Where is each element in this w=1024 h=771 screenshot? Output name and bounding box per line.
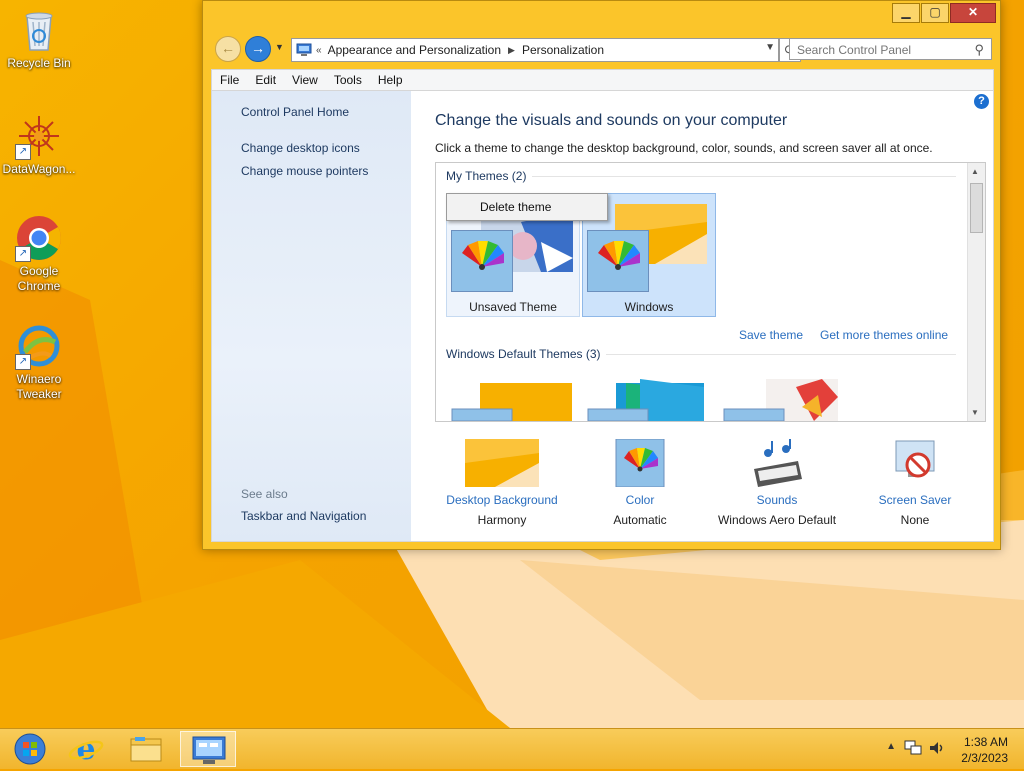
control-panel-home-link[interactable]: Control Panel Home bbox=[241, 105, 349, 119]
scroll-down-icon[interactable]: ▼ bbox=[971, 408, 979, 417]
sounds-label[interactable]: Sounds bbox=[712, 493, 842, 507]
menu-file[interactable]: File bbox=[212, 73, 247, 87]
desktop-background-label[interactable]: Desktop Background bbox=[437, 493, 567, 507]
search-input[interactable] bbox=[795, 40, 969, 60]
color-icon bbox=[603, 438, 677, 488]
address-bar[interactable]: « Appearance and Personalization ▶ Perso… bbox=[291, 38, 779, 62]
default-theme-flowers-thumbnail[interactable] bbox=[722, 377, 848, 421]
network-icon[interactable] bbox=[904, 740, 922, 756]
internet-explorer-icon: e bbox=[68, 732, 104, 767]
taskbar-file-explorer[interactable] bbox=[119, 731, 175, 767]
breadcrumb-overflow[interactable]: « bbox=[316, 45, 322, 56]
recent-pages-chevron-icon[interactable]: ▼ bbox=[275, 42, 284, 52]
datawagon-icon[interactable]: ↗ DataWagon... bbox=[1, 112, 77, 177]
caption-buttons: ▁ ▢ ✕ bbox=[892, 3, 996, 23]
menu-edit[interactable]: Edit bbox=[247, 73, 284, 87]
theme-name: Unsaved Theme bbox=[469, 300, 557, 314]
personalization-window: ▁ ▢ ✕ ← → ▼ « Appearance and Personaliza… bbox=[202, 0, 1001, 550]
desktop-background-value: Harmony bbox=[477, 513, 527, 527]
color-label[interactable]: Color bbox=[575, 493, 705, 507]
menu-tools[interactable]: Tools bbox=[326, 73, 370, 87]
group-divider bbox=[606, 354, 956, 355]
clock-date: 2/3/2023 bbox=[961, 751, 1008, 765]
theme-name: Windows bbox=[624, 300, 674, 314]
google-chrome-icon[interactable]: ↗ Google Chrome bbox=[1, 214, 77, 294]
recycle-bin-icon[interactable]: Recycle Bin bbox=[1, 6, 77, 71]
desktop-background-setting[interactable]: Desktop Background Harmony bbox=[437, 439, 567, 527]
forward-button[interactable]: → bbox=[245, 36, 271, 62]
search-box[interactable]: ⚲ bbox=[789, 38, 992, 60]
screen-saver-label[interactable]: Screen Saver bbox=[850, 493, 980, 507]
theme-color-swatch bbox=[451, 230, 513, 292]
screen-saver-value: None bbox=[900, 513, 930, 527]
desktop-icon-label: Winaero Tweaker bbox=[16, 372, 62, 401]
delete-theme-menu-item[interactable]: Delete theme bbox=[480, 200, 551, 214]
taskbar-internet-explorer[interactable]: e bbox=[58, 731, 114, 767]
screen-saver-setting[interactable]: Screen Saver None bbox=[850, 439, 980, 527]
minimize-button[interactable]: ▁ bbox=[892, 3, 920, 23]
color-value: Automatic bbox=[613, 513, 667, 527]
default-themes-group-title[interactable]: Windows Default Themes (3) bbox=[446, 347, 601, 361]
address-dropdown-icon[interactable]: ▼ bbox=[765, 42, 775, 53]
change-desktop-icons-link[interactable]: Change desktop icons bbox=[241, 141, 360, 155]
change-mouse-pointers-link[interactable]: Change mouse pointers bbox=[241, 164, 368, 178]
windows-orb-icon bbox=[14, 733, 46, 765]
desktop-icon-label: Google Chrome bbox=[17, 264, 61, 293]
control-panel-icon bbox=[192, 736, 226, 764]
shortcut-arrow-icon: ↗ bbox=[15, 246, 31, 262]
show-hidden-icons-icon[interactable]: ▲ bbox=[886, 741, 896, 752]
screen-saver-icon bbox=[878, 439, 952, 487]
scroll-up-icon[interactable]: ▲ bbox=[971, 167, 979, 176]
main-pane: ? Change the visuals and sounds on your … bbox=[411, 91, 993, 541]
control-panel-icon bbox=[296, 43, 312, 56]
search-icon[interactable]: ⚲ bbox=[974, 42, 984, 58]
maximize-button[interactable]: ▢ bbox=[921, 3, 949, 23]
get-more-themes-link[interactable]: Get more themes online bbox=[820, 328, 948, 342]
close-button[interactable]: ✕ bbox=[950, 3, 996, 23]
sounds-value: Windows Aero Default bbox=[717, 513, 837, 527]
sounds-icon bbox=[740, 439, 814, 487]
help-icon[interactable]: ? bbox=[974, 94, 989, 109]
clock-time: 1:38 AM bbox=[963, 735, 1008, 749]
breadcrumb-item-appearance[interactable]: Appearance and Personalization bbox=[328, 43, 501, 57]
menu-view[interactable]: View bbox=[284, 73, 326, 87]
theme-context-menu: Delete theme bbox=[446, 193, 608, 221]
back-button[interactable]: ← bbox=[215, 36, 241, 62]
desktop-icon-label: DataWagon... bbox=[2, 162, 76, 176]
desktop-icon-label: Recycle Bin bbox=[7, 56, 71, 70]
winaero-tweaker-icon[interactable]: ↗ Winaero Tweaker bbox=[1, 322, 77, 402]
shortcut-arrow-icon: ↗ bbox=[15, 354, 31, 370]
themes-scrollbar[interactable]: ▲ ▼ bbox=[967, 163, 985, 421]
color-setting[interactable]: Color Automatic bbox=[575, 438, 705, 527]
taskbar-navigation-link[interactable]: Taskbar and Navigation bbox=[241, 509, 366, 523]
see-also-label: See also bbox=[241, 487, 288, 501]
sounds-setting[interactable]: Sounds Windows Aero Default bbox=[712, 439, 842, 527]
themes-list: My Themes (2) Unsaved Theme Windows Dele… bbox=[435, 162, 986, 422]
desktop-background-icon bbox=[465, 439, 539, 487]
group-divider bbox=[532, 176, 956, 177]
menu-help[interactable]: Help bbox=[370, 73, 411, 87]
save-theme-link[interactable]: Save theme bbox=[739, 328, 803, 342]
theme-color-swatch bbox=[587, 230, 649, 292]
file-explorer-icon bbox=[130, 737, 162, 762]
my-themes-group-title[interactable]: My Themes (2) bbox=[446, 169, 526, 183]
page-subtitle: Click a theme to change the desktop back… bbox=[435, 141, 933, 155]
page-title: Change the visuals and sounds on your co… bbox=[435, 112, 788, 129]
breadcrumb-item-personalization[interactable]: Personalization bbox=[522, 43, 604, 57]
shortcut-arrow-icon: ↗ bbox=[15, 144, 31, 160]
window-client-area: Control Panel Home Change desktop icons … bbox=[211, 90, 994, 542]
taskbar: e ▲ 1:38 AM 2/3/2023 bbox=[0, 728, 1024, 769]
svg-text:e: e bbox=[76, 732, 95, 767]
navigation-bar: ← → ▼ « Appearance and Personalization ▶… bbox=[211, 36, 992, 64]
taskbar-control-panel[interactable] bbox=[180, 731, 236, 767]
left-pane: Control Panel Home Change desktop icons … bbox=[212, 91, 411, 541]
start-button[interactable] bbox=[0, 731, 56, 767]
default-theme-windows-thumbnail[interactable] bbox=[450, 381, 576, 421]
taskbar-clock[interactable]: 1:38 AM 2/3/2023 bbox=[961, 734, 1008, 766]
scroll-thumb[interactable] bbox=[970, 183, 983, 233]
breadcrumb-separator-icon[interactable]: ▶ bbox=[508, 45, 515, 56]
default-theme-lines-thumbnail[interactable] bbox=[586, 377, 712, 421]
menu-bar: File Edit View Tools Help bbox=[211, 69, 994, 90]
volume-icon[interactable] bbox=[928, 740, 946, 756]
